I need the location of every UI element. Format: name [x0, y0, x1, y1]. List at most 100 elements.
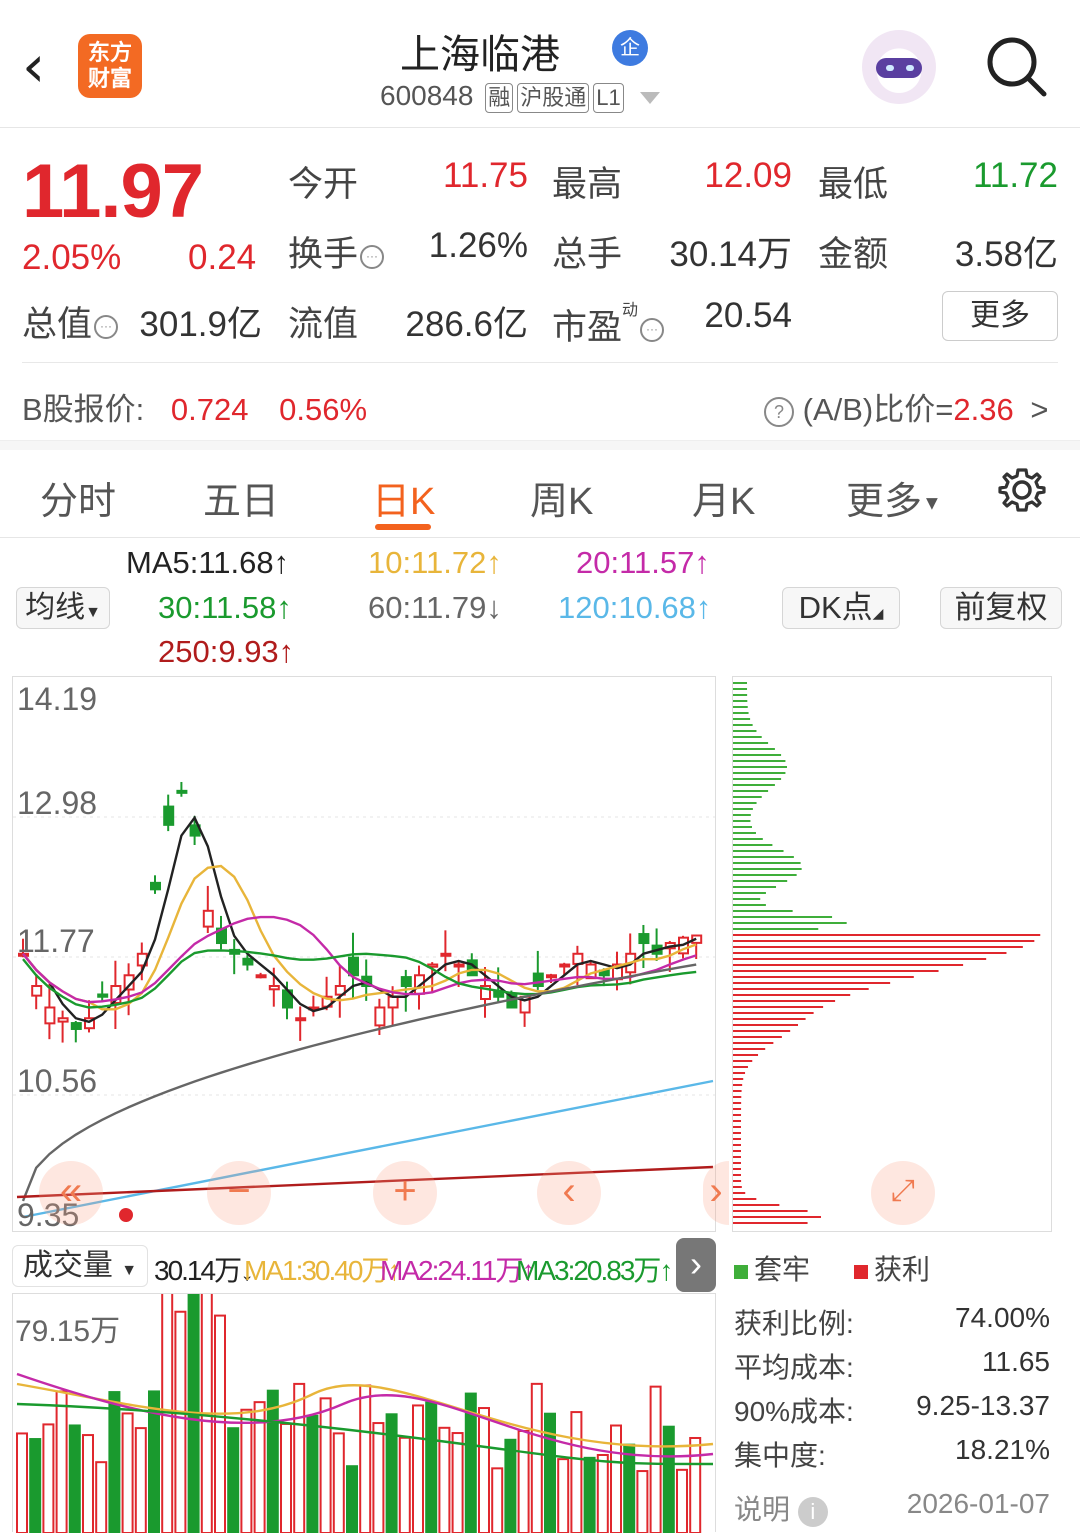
volume-bar [121, 1412, 134, 1533]
cost-90-label: 90%成本: [734, 1396, 854, 1427]
volume-bar [68, 1424, 81, 1533]
pe-label[interactable]: 市盈动··· [552, 296, 665, 350]
legend-trapped: 套牢 [734, 1248, 810, 1288]
stock-code-row[interactable]: 600848 融沪股通 L1 [380, 80, 710, 113]
volume-chart[interactable]: 79.15万 [12, 1293, 716, 1533]
candle-body [559, 963, 571, 968]
zoom-out-minus-icon[interactable]: − [207, 1161, 271, 1225]
forward-adjust-button[interactable]: 前复权 [940, 587, 1062, 629]
ma60-line [21, 963, 697, 1202]
chip-distribution-chart: ⤢ [732, 676, 1052, 1232]
help-question-icon[interactable]: ? [764, 396, 794, 427]
dk-point-button[interactable]: DK点◢ [782, 587, 900, 629]
volume-bar [478, 1407, 490, 1533]
volume-bar [385, 1413, 398, 1533]
caret-down-icon: ▼ [85, 604, 101, 621]
ab-ratio-value: 2.36 [953, 392, 1014, 427]
candle-body [400, 976, 412, 988]
chevron-left-icon[interactable]: ‹ [537, 1161, 601, 1225]
volume-bar [266, 1389, 279, 1533]
dots-info-icon[interactable]: ··· [360, 244, 385, 269]
volume-bar [55, 1390, 68, 1533]
dots-info-icon[interactable]: ··· [640, 317, 665, 342]
concentration-value: 18.21% [955, 1434, 1050, 1465]
candle-body [202, 909, 214, 928]
expand-chevron-right-icon[interactable]: › [676, 1238, 716, 1292]
volume-bar [95, 1461, 108, 1533]
info-icon: i [797, 1497, 828, 1527]
ma5-readout: MA5:11.68↑ [126, 545, 290, 580]
candle-body [546, 974, 557, 979]
pe-value: 20.54 [704, 296, 792, 335]
tab-intraday[interactable]: 分时 [40, 470, 116, 525]
volume-bar [438, 1426, 451, 1533]
b-share-price: 0.724 [170, 392, 249, 427]
tab-weekly-k[interactable]: 周K [530, 470, 593, 525]
chip-date: 2026-01-07 [906, 1488, 1050, 1519]
ai-robot-avatar-icon[interactable] [862, 30, 936, 104]
hk-connect-tag: 沪股通 [517, 83, 590, 113]
gear-icon[interactable] [998, 466, 1046, 514]
volume-bar [227, 1427, 240, 1533]
candle-body [31, 985, 43, 997]
search-icon[interactable] [984, 34, 1048, 98]
stock-code: 600848 [380, 80, 474, 111]
volume-y-label: 79.15万 [15, 1315, 121, 1348]
stock-name: 上海临港 [400, 33, 560, 77]
ma-selector[interactable]: 均线▼ [16, 587, 110, 629]
y-label-2: 12.98 [17, 785, 98, 821]
corner-triangle-icon: ◢ [872, 605, 884, 621]
volume-bar [662, 1425, 675, 1533]
vol-ma1: MA1:30.40万↑ [244, 1255, 401, 1286]
section-separator [0, 440, 1080, 450]
turnover-label[interactable]: 换手 ··· [288, 226, 385, 277]
dots-info-icon[interactable]: ··· [94, 314, 119, 339]
explain-link[interactable]: 说明 i [734, 1488, 828, 1528]
signal-dot [119, 1208, 133, 1222]
volume-bar [280, 1422, 292, 1533]
candle-body [70, 1022, 82, 1030]
volume-bar [425, 1401, 438, 1533]
rewind-double-chevron-icon[interactable]: « [39, 1161, 103, 1225]
top-bar: ‹ 东方 财富 上海临港 企 600848 融沪股通 L1 [0, 0, 1080, 128]
high-label: 最高 [552, 165, 623, 204]
volume-bar [42, 1423, 55, 1533]
volume-bar [82, 1434, 94, 1533]
tab-more[interactable]: 更多▼ [846, 470, 942, 525]
low-value: 11.72 [973, 156, 1058, 195]
more-button[interactable]: 更多 [942, 291, 1058, 341]
volume-bar [359, 1384, 372, 1533]
volume-value: 30.14万 [669, 235, 792, 274]
tab-five-day[interactable]: 五日 [203, 470, 279, 525]
market-cap-label[interactable]: 总值 ··· [22, 296, 119, 347]
candle-body [242, 957, 254, 966]
candle-body [176, 789, 188, 794]
volume-bar [517, 1429, 530, 1533]
b-share-percent: 0.56% [279, 392, 368, 427]
volume-bar [451, 1432, 464, 1533]
tab-daily-k[interactable]: 日K [372, 470, 435, 525]
kline-chart[interactable]: 14.19 12.98 11.77 10.56 9.35 « − + ‹ › [12, 676, 729, 1233]
candle-body [44, 1006, 56, 1025]
candle-body [255, 974, 267, 979]
back-chevron-left-icon[interactable]: ‹ [22, 36, 62, 96]
candle-body [57, 1017, 69, 1023]
zoom-in-plus-icon[interactable]: + [373, 1161, 437, 1225]
volume-bar [636, 1470, 649, 1533]
volume-bar [610, 1424, 622, 1533]
market-cap-value: 301.9亿 [139, 305, 262, 344]
y-label-3: 11.77 [17, 923, 95, 959]
ab-ratio[interactable]: ? (A/B)比价=2.36 > [762, 384, 1048, 429]
turnover-value: 1.26% [428, 226, 528, 265]
volume-bar [544, 1412, 556, 1533]
ma5-line [22, 815, 697, 1024]
volume-selector[interactable]: 成交量 ▼ [12, 1245, 148, 1287]
candle-body [638, 933, 650, 945]
tab-monthly-k[interactable]: 月K [692, 470, 755, 525]
volume-bar [676, 1468, 688, 1533]
legend-profit: 获利 [854, 1248, 930, 1288]
dropdown-triangle-icon[interactable] [639, 91, 660, 104]
expand-arrows-icon[interactable]: ⤢ [871, 1161, 935, 1225]
candle-body [348, 956, 359, 977]
ma20-readout: 20:11.57↑ [576, 545, 710, 580]
